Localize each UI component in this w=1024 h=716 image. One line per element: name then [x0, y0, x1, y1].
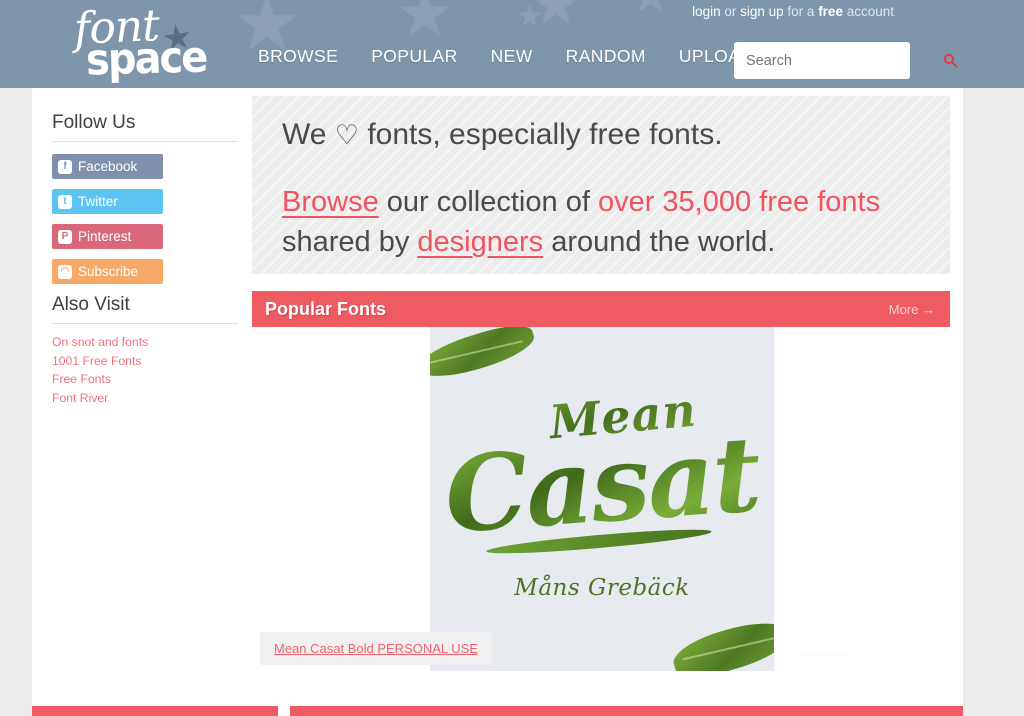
main-column: We ♡ fonts, especially free fonts. Brows… — [252, 96, 950, 687]
account-free: free — [818, 4, 843, 19]
nav-item-popular[interactable]: POPULAR — [371, 46, 457, 67]
bottom-bar-left — [32, 706, 278, 716]
twitter-icon: t — [58, 194, 72, 209]
visit-link-1001-free-fonts[interactable]: 1001 Free Fonts — [52, 352, 242, 371]
social-label-twitter: Twitter — [78, 194, 118, 209]
account-mid: for a — [783, 4, 819, 19]
page-content: Follow Us f Facebook t Twitter P Pintere… — [32, 88, 963, 716]
hero-banner: We ♡ fonts, especially free fonts. Brows… — [252, 96, 950, 274]
nav-item-random[interactable]: RANDOM — [566, 46, 646, 67]
hero-line-2: Browse our collection of over 35,000 fre… — [282, 182, 920, 262]
signup-link[interactable]: sign up — [740, 4, 784, 19]
hero-line1-b: fonts, especially free fonts. — [359, 118, 723, 151]
font-sample-art: Mean Casat — [430, 383, 774, 557]
hero-line1-a: We — [282, 118, 335, 151]
search-icon[interactable] — [943, 53, 958, 68]
font-preview-area: Mean Casat Måns Grebäck Mean Casat Bold … — [252, 327, 950, 687]
social-button-pinterest[interactable]: P Pinterest — [52, 224, 163, 249]
search-box[interactable] — [734, 42, 958, 79]
account-line: login or sign up for a free account — [692, 4, 894, 19]
social-list: f Facebook t Twitter P Pinterest ◠ Subsc… — [52, 154, 242, 284]
social-label-subscribe: Subscribe — [78, 264, 139, 279]
hero-line-1: We ♡ fonts, especially free fonts. — [282, 118, 920, 152]
social-button-facebook[interactable]: f Facebook — [52, 154, 163, 179]
social-label-pinterest: Pinterest — [78, 229, 132, 244]
facebook-icon: f — [58, 159, 72, 174]
popular-fonts-bar: Popular Fonts More → — [252, 291, 950, 327]
font-preview-image[interactable]: Mean Casat Måns Grebäck — [430, 327, 774, 671]
account-tail: account — [842, 4, 894, 19]
decorative-star-icon: ★ — [628, 0, 673, 20]
hero-line2-c: around the world. — [543, 226, 776, 258]
hero-line2-b: shared by — [282, 226, 418, 258]
login-link[interactable]: login — [692, 4, 721, 19]
site-logo[interactable]: font ★ space — [68, 0, 218, 86]
pinterest-icon: P — [58, 229, 72, 244]
also-visit-list: On snot and fonts 1001 Free Fonts Free F… — [52, 333, 242, 407]
bottom-bar-gap — [278, 706, 290, 716]
site-header: ★ ★ ★ ★ ★ font ★ space login or sign up … — [0, 0, 1024, 88]
visit-link-on-snot-and-fonts[interactable]: On snot and fonts — [52, 333, 242, 352]
popular-fonts-more-link[interactable]: More → — [889, 302, 935, 317]
leaf-decoration-bottom — [668, 613, 774, 671]
follow-us-heading: Follow Us — [52, 112, 238, 142]
font-sample-word-main: Casat — [430, 412, 774, 557]
social-button-twitter[interactable]: t Twitter — [52, 189, 163, 214]
bottom-accent-bars — [32, 706, 963, 716]
hero-designers-link[interactable]: designers — [417, 226, 543, 258]
hero-highlight-count: over 35,000 free fonts — [597, 186, 881, 218]
font-author-name: Måns Grebäck — [514, 575, 690, 601]
decorative-star-icon: ★ — [516, 0, 543, 33]
social-button-subscribe[interactable]: ◠ Subscribe — [52, 259, 163, 284]
rss-icon: ◠ — [58, 264, 72, 279]
social-label-facebook: Facebook — [78, 159, 138, 174]
faint-decoration-text: ▫▫▫▫▫▫▫▫▫ — [802, 649, 847, 661]
sidebar: Follow Us f Facebook t Twitter P Pintere… — [52, 112, 242, 407]
font-name-link[interactable]: Mean Casat Bold PERSONAL USE — [260, 632, 492, 665]
popular-fonts-title: Popular Fonts — [265, 298, 386, 319]
main-nav: BROWSE POPULAR NEW RANDOM UPLOAD — [258, 46, 753, 67]
bottom-bar-right — [290, 706, 963, 716]
nav-item-new[interactable]: NEW — [491, 46, 533, 67]
nav-item-browse[interactable]: BROWSE — [258, 46, 338, 67]
also-visit-heading: Also Visit — [52, 294, 238, 324]
visit-link-free-fonts[interactable]: Free Fonts — [52, 370, 242, 389]
search-input[interactable] — [734, 52, 943, 69]
visit-link-font-river[interactable]: Font River — [52, 389, 242, 408]
leaf-decoration-top — [430, 327, 539, 386]
hero-browse-link[interactable]: Browse — [282, 186, 379, 218]
logo-text-space: space — [85, 32, 207, 86]
heart-icon: ♡ — [334, 120, 360, 150]
hero-line2-a: our collection of — [378, 186, 598, 218]
decorative-star-icon: ★ — [395, 0, 455, 50]
account-or: or — [720, 4, 741, 19]
decorative-star-icon: ★ — [530, 0, 582, 37]
